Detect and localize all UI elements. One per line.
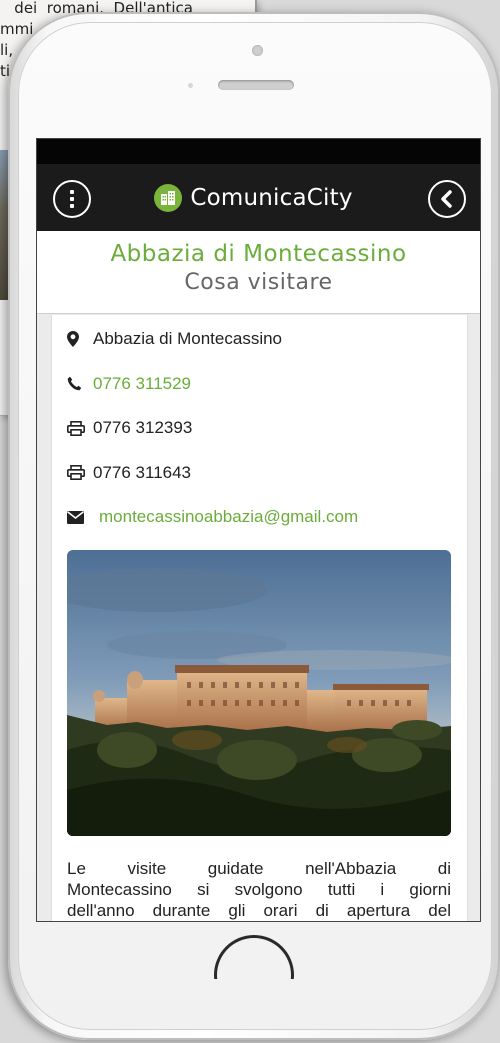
phone-screen: ComunicaCity Abbazia di Montecassino Cos… xyxy=(36,138,481,922)
app-header-bar: ComunicaCity xyxy=(37,164,480,231)
app-name: ComunicaCity xyxy=(190,184,353,211)
printer-icon xyxy=(67,420,89,436)
phone-link[interactable]: 0776 311529 xyxy=(93,374,191,394)
content-card: Abbazia di Montecassino 0776 311529 0776… xyxy=(51,315,468,921)
fax-number-2: 0776 311643 xyxy=(93,462,192,482)
back-chevron-icon[interactable] xyxy=(428,180,466,218)
fax-number-1: 0776 312393 xyxy=(93,418,193,438)
description-line-2: Montecassino si svolgono tutti i giorni xyxy=(67,880,451,899)
printer-icon xyxy=(67,465,89,481)
fax-row-2: 0776 311643 xyxy=(52,451,467,496)
description-text: Le visite guidate nell'Abbazia di Montec… xyxy=(67,858,451,921)
status-bar xyxy=(37,139,480,164)
earpiece-speaker xyxy=(218,80,294,90)
phone-icon xyxy=(67,376,89,391)
description-line-3: dell'anno durante gli orari di apertura … xyxy=(67,901,451,920)
address-text: Abbazia di Montecassino xyxy=(93,329,283,349)
address-row: Abbazia di Montecassino xyxy=(52,317,467,362)
email-row[interactable]: montecassinoabbazia@gmail.com xyxy=(52,495,467,540)
page-title: Abbazia di Montecassino xyxy=(110,241,407,267)
page-subtitle: Cosa visitare xyxy=(184,270,333,295)
bg-line-2: mmi xyxy=(0,20,34,38)
phone-row[interactable]: 0776 311529 xyxy=(52,362,467,407)
front-camera xyxy=(252,45,263,56)
map-marker-icon xyxy=(67,331,89,348)
proximity-sensor xyxy=(188,83,193,88)
envelope-icon xyxy=(67,510,89,524)
email-link[interactable]: montecassinoabbazia@gmail.com xyxy=(99,507,358,527)
abbey-photo xyxy=(67,550,451,836)
app-logo[interactable]: ComunicaCity xyxy=(154,183,353,212)
fax-row-1: 0776 312393 xyxy=(52,406,467,451)
vertical-dots-glyph xyxy=(70,190,74,208)
page-title-box: Abbazia di Montecassino Cosa visitare xyxy=(37,231,480,314)
menu-icon[interactable] xyxy=(53,180,91,218)
city-buildings-icon xyxy=(154,183,183,212)
bg-line-3: li, xyxy=(0,41,14,59)
description-line-1: Le visite guidate nell'Abbazia di xyxy=(67,859,451,878)
